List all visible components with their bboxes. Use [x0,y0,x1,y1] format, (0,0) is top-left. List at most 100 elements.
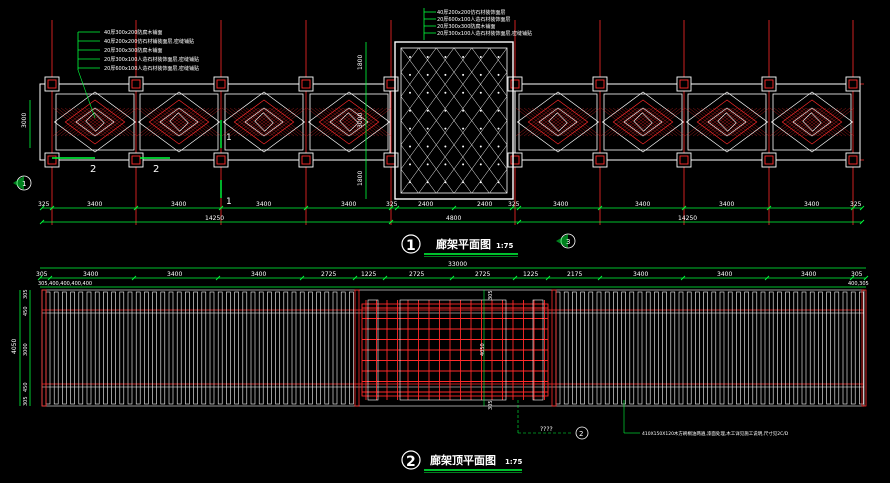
dim-text: 2175 [567,271,582,278]
grid-node [444,145,447,148]
grid-node [479,145,482,148]
note-text: 20厚300x300防腐木铺面 [104,47,162,54]
dim-text: 3400 [633,271,648,278]
dim-text: 3400 [256,201,271,208]
leader-notes-center: 40厚200x200仿石材装饰面层 20厚600x100人造石材装饰面层 20厚… [423,8,532,40]
column-post [592,76,608,92]
title-number: 2 [406,454,416,470]
dim-text: 2400 [418,201,433,208]
column-post [676,76,692,92]
grid-node [426,109,429,112]
dim-text: 4800 [446,215,461,222]
grid-node [426,91,429,94]
grid-node [462,73,465,76]
left-sub-dim: 450 [23,306,29,316]
paving-panels [52,91,855,153]
column-post [592,152,608,168]
grid-node [497,109,500,112]
column-post [213,76,229,92]
dim-text: 325 [38,201,50,208]
plan2-title-block: 2 廊架顶平面图 1:75 [401,450,523,473]
column-post [44,76,60,92]
plan1-title-block: 1 廊架平面图 1:75 [401,234,518,257]
grid-node [497,127,500,130]
grid-node [409,109,411,112]
dim-text: 3400 [87,201,102,208]
dim-text: 400,305 [848,281,869,287]
grid-node [409,163,411,166]
dim-text: 325 [850,201,862,208]
note-text: 20厚600x100人造石材装饰面层 [437,16,510,23]
paving-panel [52,91,138,153]
note-text: 40厚200x200仿石材装饰面层 [437,9,505,16]
grid-node [409,145,411,148]
dim-text: 325 [508,201,520,208]
column-post [507,76,523,92]
column-post [213,152,229,168]
paving-panel [684,91,770,153]
grid-node [462,145,465,148]
column-post [128,152,144,168]
section-callout: 2 [153,164,159,175]
grid-node [426,73,429,76]
grid-node [409,56,411,58]
center-dim: 4050 [480,343,486,356]
plan-dimension-lines: 325 3400 3400 3400 3400 325 2400 2400 325 3400 340… [38,201,865,225]
section-callout: 2 [90,164,96,175]
dim-text: 325 [386,201,398,208]
grid-node [479,181,482,184]
dim-text: 3400 [717,271,732,278]
dim-text: 3400 [801,271,816,278]
left-total-dim: 4050 [11,339,18,354]
left-sub-dim: 450 [23,382,29,392]
grid-node [426,127,429,130]
grid-line [260,48,366,193]
grid-node [479,127,482,130]
dim-text: 14250 [678,215,697,222]
grid-line [543,48,649,193]
dim-text: 2725 [475,271,490,278]
grid-node [444,73,447,76]
grid-node [409,91,411,94]
roof-slats [41,289,867,407]
roof-beam [41,289,47,407]
column-post [128,76,144,92]
dim-text: 3400 [553,201,568,208]
left-sub-dim: 305 [23,396,29,406]
grid-node [444,181,447,184]
dim-text: 3400 [83,271,98,278]
roof-beam [551,289,557,407]
paving-panel [769,91,855,153]
paving-panel [600,91,686,153]
column-post [383,76,399,92]
grid-node [497,145,500,148]
note-text: 20厚300x100人造石材装饰面层,密缝铺贴 [437,30,532,37]
grid-node [444,56,447,58]
section-callout: 1 [226,133,232,143]
note-text: 40厚300x200防腐木铺面 [104,29,162,36]
grid-node [479,109,482,112]
section-callout: 1 [226,197,232,207]
grid-node [479,56,482,58]
grid-node [462,91,465,94]
dim-text: 2400 [477,201,492,208]
elevation-marker-right: 3 [556,233,576,249]
center-dim: 305 [488,400,494,410]
grid-node [462,56,465,58]
center-upper-dim: 1800 [357,55,364,70]
grid-node [462,109,465,112]
pergola-roof-plan: 33000 305 3400 3400 3400 2725 1225 2725 2725 1225… [11,261,869,473]
grid-node [497,56,500,58]
center-lower-dim: 1800 [357,171,364,186]
dim-text: 3400 [804,201,819,208]
column-post [507,152,523,168]
grid-node [479,73,482,76]
grid-node [479,91,482,94]
column-post [298,152,314,168]
column-post [845,76,861,92]
dim-text: 33000 [448,261,467,268]
column-post [383,152,399,168]
paving-panel [515,91,601,153]
plan-title: 廊架平面图 [436,237,491,251]
grid-node [497,163,500,166]
